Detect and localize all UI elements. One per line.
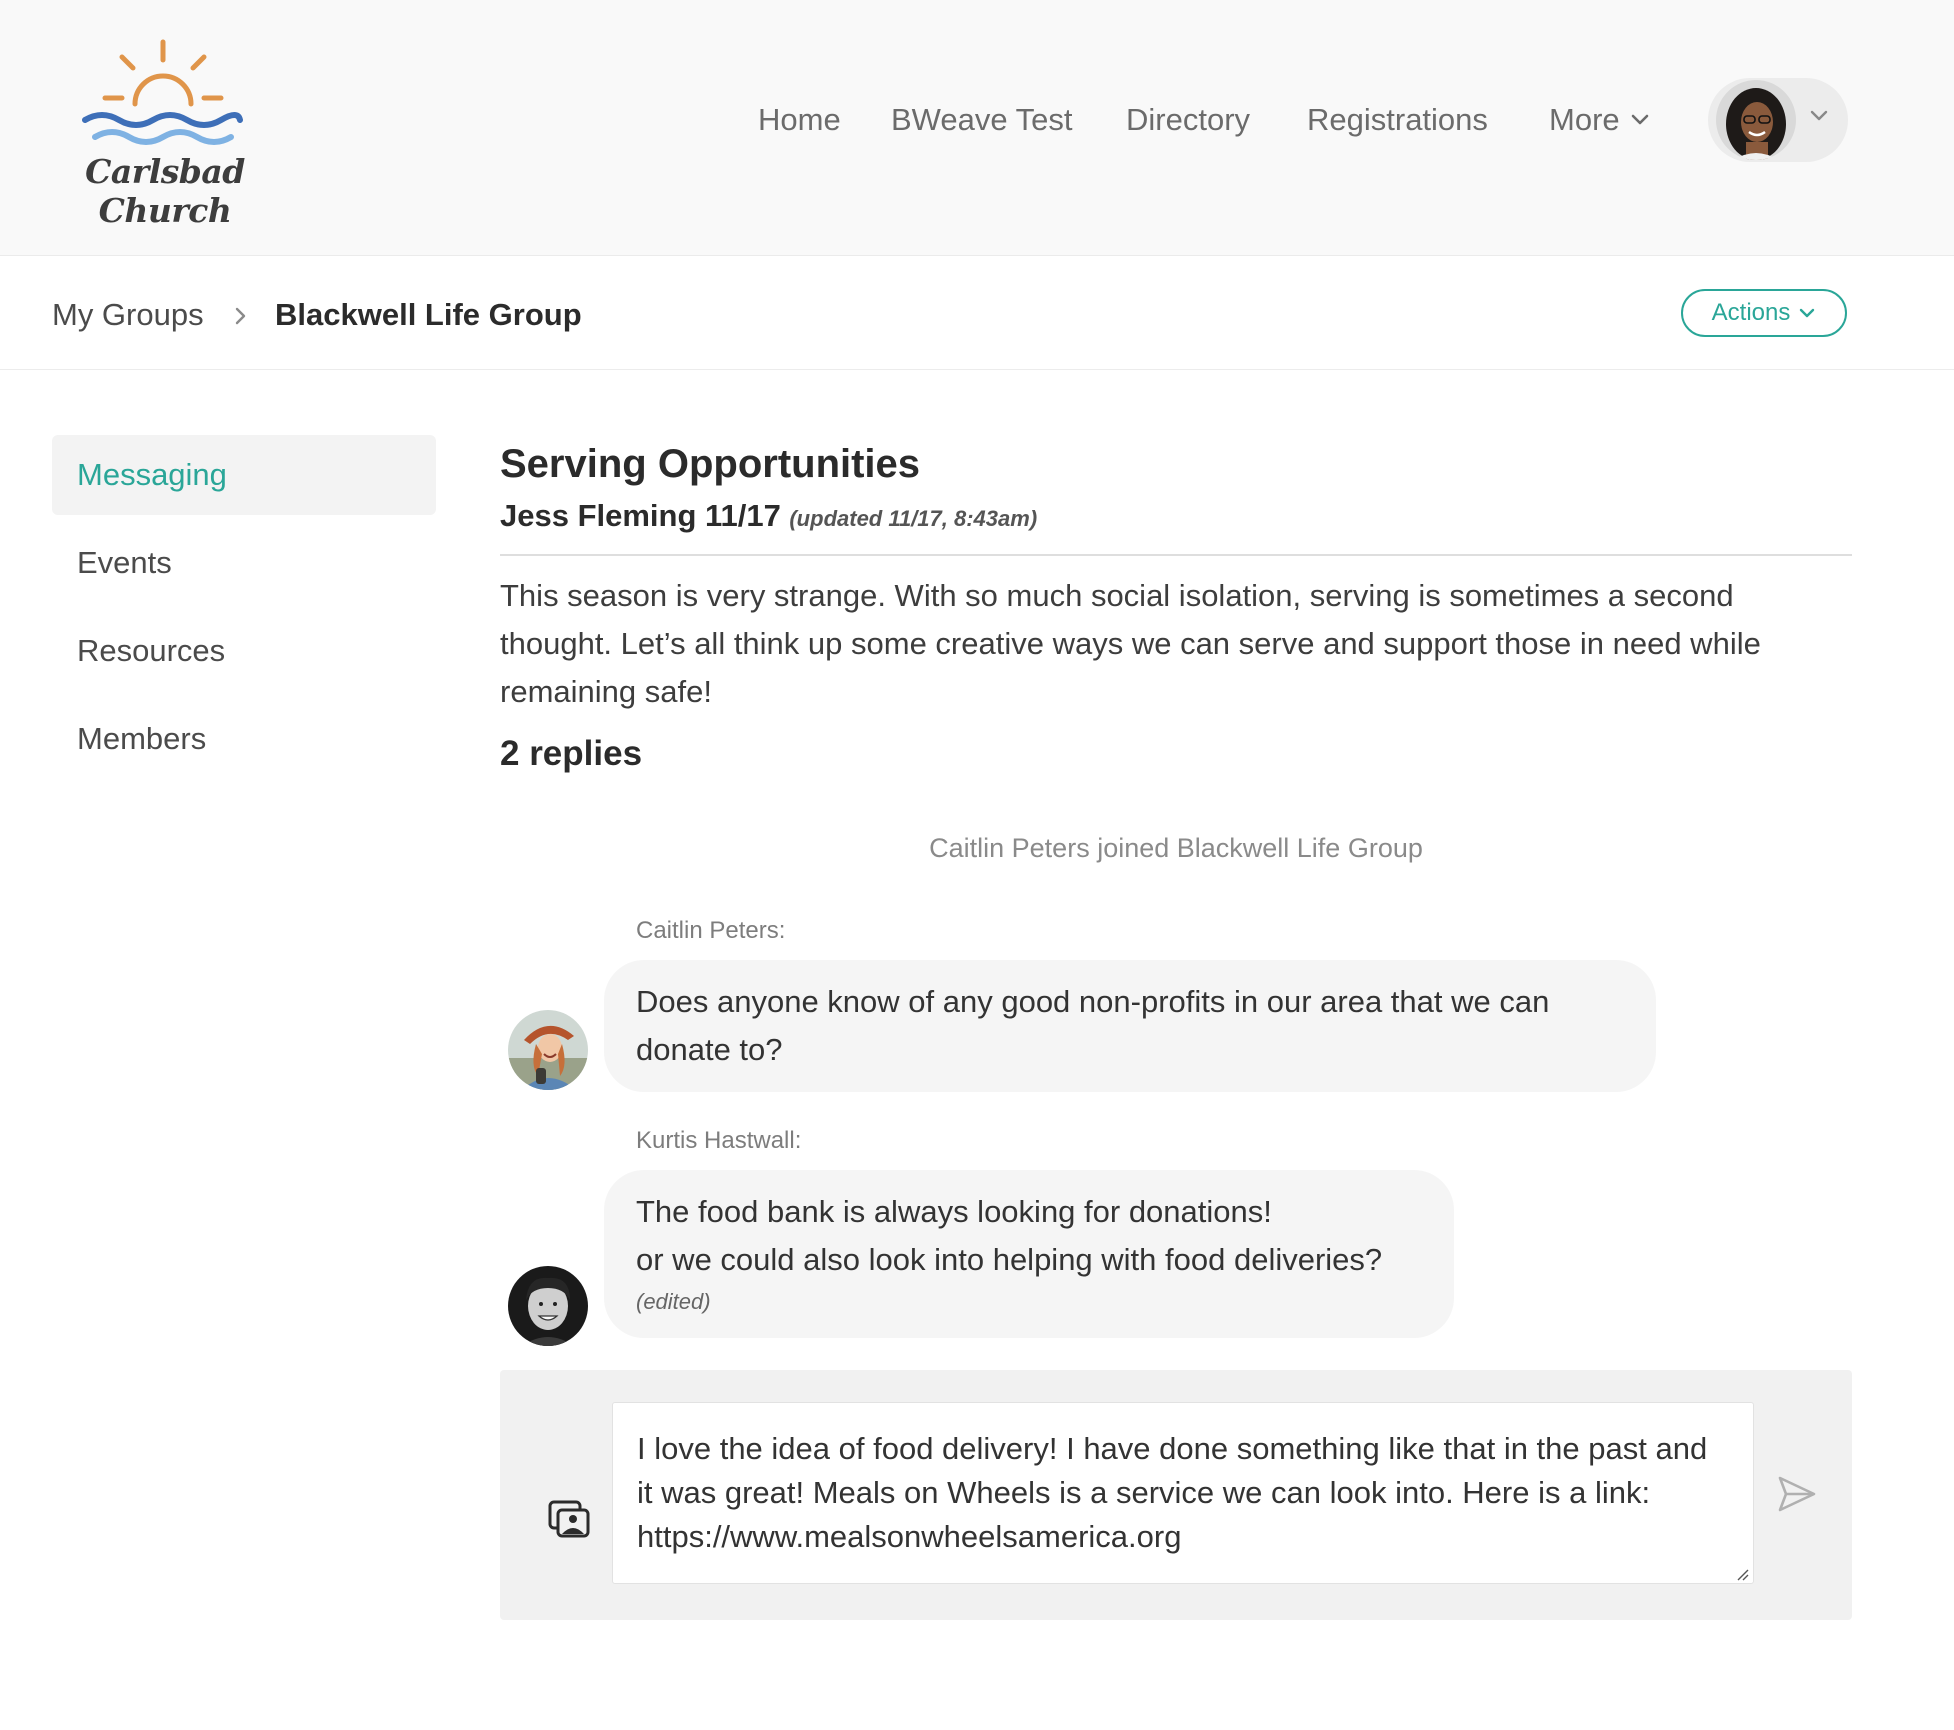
message-text: Does anyone know of any good non-profits… [636,984,1550,1067]
message-input[interactable]: I love the idea of food delivery! I have… [612,1402,1754,1584]
nav-item-more[interactable]: More [1549,100,1650,140]
nav-item-home[interactable]: Home [758,100,841,140]
breadcrumb: My Groups Blackwell Life Group Actions [0,257,1954,370]
post-meta: Jess Fleming 11/17 (updated 11/17, 8:43a… [500,496,1037,542]
message-sender: Caitlin Peters: [636,917,786,944]
post-author-date: Jess Fleming 11/17 [500,498,781,533]
breadcrumb-my-groups[interactable]: My Groups [52,295,204,335]
message-bubble: Does anyone know of any good non-profits… [604,960,1656,1092]
post-divider [500,554,1852,556]
sidebar-item-events[interactable]: Events [52,523,436,603]
user-avatar-icon [508,1266,588,1346]
sun-waves-logo-icon [82,39,243,145]
send-button[interactable] [1776,1474,1818,1519]
chevron-down-icon [1631,114,1648,125]
sidebar-item-messaging[interactable]: Messaging [52,435,436,515]
message-bubble: The food bank is always looking for dona… [604,1170,1454,1338]
church-logo-text: Carlsbad Church [85,152,245,230]
attach-image-button[interactable] [548,1500,592,1545]
post-body: This season is very strange. With so muc… [500,578,1761,709]
user-avatar-icon [508,1010,588,1090]
nav-item-directory[interactable]: Directory [1126,100,1250,140]
avatar [1716,80,1796,160]
post-title: Serving Opportunities [500,442,921,486]
chevron-right-icon [235,307,246,325]
actions-label: Actions [1711,299,1791,326]
nav-item-registrations[interactable]: Registrations [1307,100,1488,140]
edited-indicator: (edited) [636,1289,711,1314]
resize-grip-icon[interactable] [1736,1568,1750,1582]
sidebar-item-resources[interactable]: Resources [52,611,436,691]
image-gallery-icon [548,1500,590,1538]
message-text-line: or we could also look into helping with … [636,1242,1383,1277]
replies-count: 2 replies [500,734,643,773]
message-composer: I love the idea of food delivery! I have… [500,1370,1852,1620]
user-avatar-icon [1716,80,1796,160]
avatar[interactable] [508,1266,588,1346]
message-sender: Kurtis Hastwall: [636,1127,802,1154]
nav-more-label: More [1549,102,1620,137]
post-updated-timestamp: (updated 11/17, 8:43am) [789,506,1038,531]
system-message: Caitlin Peters joined Blackwell Life Gro… [929,833,1423,863]
send-icon [1778,1476,1816,1512]
chevron-down-icon [1810,110,1828,121]
user-menu-button[interactable] [1708,78,1848,162]
nav-item-bweave-test[interactable]: BWeave Test [891,100,1073,140]
top-header: Carlsbad Church Home BWeave Test Directo… [0,0,1954,256]
church-logo[interactable]: Carlsbad Church [50,34,290,230]
avatar[interactable] [508,1010,588,1090]
actions-button[interactable]: Actions [1681,289,1847,337]
message-text-line: The food bank is always looking for dona… [636,1194,1272,1229]
chevron-down-icon [1800,308,1815,318]
sidebar-item-members[interactable]: Members [52,699,436,779]
breadcrumb-current-group: Blackwell Life Group [275,297,582,332]
